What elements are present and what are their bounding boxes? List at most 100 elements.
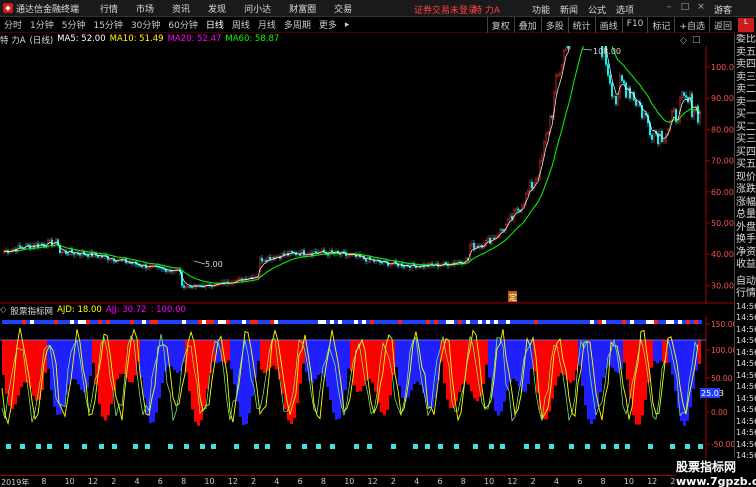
candle-body bbox=[487, 237, 490, 241]
side-item-quotes[interactable]: 行情 bbox=[735, 288, 756, 301]
top-bar-segment bbox=[74, 320, 78, 324]
side-item-net-assets[interactable]: 净资 bbox=[735, 247, 756, 260]
signal-square bbox=[549, 444, 554, 449]
menu-item-discover[interactable]: 发现 bbox=[199, 2, 235, 15]
candle-body bbox=[541, 155, 544, 162]
candle-body bbox=[677, 121, 680, 123]
side-item-bid3[interactable]: 买三 bbox=[735, 134, 756, 147]
signal-markers bbox=[6, 444, 703, 449]
period-30min[interactable]: 30分钟 bbox=[127, 18, 164, 31]
candle-body bbox=[188, 286, 191, 288]
top-bar-segment bbox=[550, 320, 554, 324]
side-item-ask5[interactable]: 卖五 bbox=[735, 47, 756, 60]
side-item-ask3[interactable]: 卖三 bbox=[735, 72, 756, 85]
period-60min[interactable]: 60分钟 bbox=[164, 18, 201, 31]
indicator-chart[interactable]: 150.00 100.00 50.00 0.00 -50.00 25.03 bbox=[0, 316, 734, 475]
guest-label[interactable]: 游客 bbox=[714, 3, 732, 16]
mark-button[interactable]: 标记 bbox=[647, 17, 674, 33]
site-watermark: 股票指标网 www.7gpzb.com bbox=[676, 458, 756, 487]
side-item-bid1[interactable]: 买一 bbox=[735, 109, 756, 122]
side-item-auto[interactable]: 自动 bbox=[735, 276, 756, 289]
indicator-band bbox=[290, 340, 293, 424]
top-bar-segment bbox=[134, 320, 138, 324]
top-bar-segment bbox=[126, 320, 130, 324]
side-item-bid4[interactable]: 买四 bbox=[735, 147, 756, 160]
side-item-order-ratio[interactable]: 委比 bbox=[735, 34, 756, 47]
candle-body bbox=[367, 256, 370, 262]
multi-stock-button[interactable]: 多股 bbox=[540, 17, 568, 33]
menu-item-options[interactable]: 选项 bbox=[616, 3, 634, 16]
side-item-price[interactable]: 现价 bbox=[735, 172, 756, 185]
menu-item-ask[interactable]: 问小达 bbox=[235, 2, 280, 15]
menu-item-wealth[interactable]: 财富圈 bbox=[280, 2, 325, 15]
menu-item-formula[interactable]: 公式 bbox=[588, 3, 606, 16]
side-item-change-pct[interactable]: 涨幅 bbox=[735, 197, 756, 210]
statistics-button[interactable]: 统计 bbox=[567, 17, 595, 33]
top-bar-segment bbox=[150, 320, 154, 324]
top-bar-segment bbox=[138, 320, 142, 324]
top-bar-segment bbox=[370, 320, 374, 324]
indicator-band bbox=[35, 340, 38, 401]
indicator-band bbox=[413, 340, 416, 384]
chart-resize-icon[interactable]: □ bbox=[692, 35, 701, 45]
indicator-band bbox=[569, 340, 572, 383]
signal-square bbox=[265, 444, 270, 449]
f10-button[interactable]: F10 bbox=[621, 17, 648, 33]
side-item-ask2[interactable]: 卖二 bbox=[735, 84, 756, 97]
side-item-ask4[interactable]: 卖四 bbox=[735, 59, 756, 72]
indicator-axis: 150.00 100.00 50.00 0.00 -50.00 bbox=[706, 320, 734, 449]
maximize-icon[interactable]: □ bbox=[680, 2, 690, 14]
high-price-text: 108.00 bbox=[593, 47, 621, 56]
period-multi[interactable]: 多周期 bbox=[280, 18, 315, 31]
login-status[interactable]: 证券交易未登录 bbox=[414, 3, 477, 16]
price-tick-label: 50.00 bbox=[711, 219, 734, 228]
side-item-bid5[interactable]: 买五 bbox=[735, 159, 756, 172]
candle-body bbox=[166, 270, 169, 272]
menu-item-news[interactable]: 资讯 bbox=[163, 2, 199, 15]
signal-square bbox=[670, 444, 675, 449]
candle-body bbox=[617, 96, 620, 105]
period-15min[interactable]: 15分钟 bbox=[89, 18, 126, 31]
period-more[interactable]: 更多 bbox=[315, 18, 341, 31]
add-watchlist-button[interactable]: +自选 bbox=[674, 17, 709, 33]
indicator-band bbox=[146, 340, 149, 415]
period-5min[interactable]: 5分钟 bbox=[58, 18, 90, 31]
close-icon[interactable]: × bbox=[696, 2, 706, 14]
period-daily[interactable]: 日线 bbox=[202, 18, 228, 31]
side-item-ask1[interactable]: 卖一 bbox=[735, 97, 756, 110]
top-bar-segment bbox=[482, 320, 486, 324]
menu-item-market[interactable]: 市场 bbox=[127, 2, 163, 15]
level-badge[interactable]: L bbox=[738, 18, 754, 32]
indicator-band bbox=[47, 340, 50, 369]
menu-item-quotes[interactable]: 行情 bbox=[91, 2, 127, 15]
overlay-button[interactable]: 叠加 bbox=[513, 17, 541, 33]
side-item-bid2[interactable]: 买二 bbox=[735, 122, 756, 135]
ma60-value: MA60: 58.87 bbox=[225, 34, 280, 44]
menu-item-trade[interactable]: 交易 bbox=[325, 2, 361, 15]
kline-chart[interactable]: 100.0 90.00 80.00 70.00 60.00 50.00 40.00 30.00… bbox=[0, 46, 734, 304]
side-item-volume[interactable]: 总量 bbox=[735, 209, 756, 222]
top-bar-segment bbox=[614, 320, 618, 324]
top-bar-segment bbox=[318, 320, 322, 324]
top-bar-segment bbox=[254, 320, 258, 324]
side-item-change[interactable]: 涨跌 bbox=[735, 184, 756, 197]
period-weekly[interactable]: 周线 bbox=[228, 18, 254, 31]
period-intraday[interactable]: 分时 bbox=[0, 18, 26, 31]
back-button[interactable]: 返回 bbox=[708, 17, 736, 33]
candle-body bbox=[529, 181, 532, 192]
period-1min[interactable]: 1分钟 bbox=[26, 18, 58, 31]
restore-rights-button[interactable]: 复权 bbox=[486, 17, 514, 33]
top-bar-segment bbox=[246, 320, 250, 324]
menu-item-news-right[interactable]: 新闻 bbox=[560, 3, 578, 16]
menu-item-function[interactable]: 功能 bbox=[532, 3, 550, 16]
chart-settings-icon[interactable]: ◇ bbox=[680, 36, 687, 46]
draw-line-button[interactable]: 画线 bbox=[594, 17, 622, 33]
period-monthly[interactable]: 月线 bbox=[254, 18, 280, 31]
side-item-outer[interactable]: 外盘 bbox=[735, 222, 756, 235]
minimize-icon[interactable]: – bbox=[664, 2, 674, 14]
date-tick: 4 bbox=[134, 477, 140, 486]
side-item-earnings[interactable]: 收益 bbox=[735, 259, 756, 272]
candle-body bbox=[371, 259, 374, 261]
period-more-arrow-icon[interactable]: ▸ bbox=[341, 20, 354, 30]
side-item-turnover[interactable]: 换手 bbox=[735, 234, 756, 247]
